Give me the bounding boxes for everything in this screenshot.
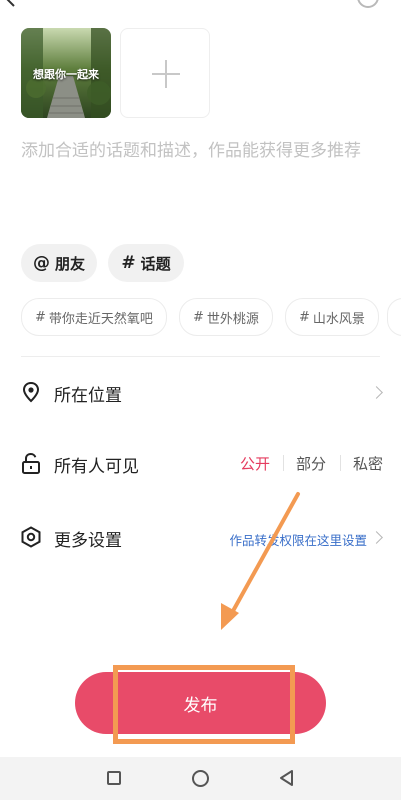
visibility-label: 所有人可见 bbox=[54, 457, 139, 477]
at-icon: @ bbox=[32, 253, 50, 273]
divider bbox=[21, 356, 380, 357]
media-thumbnail[interactable]: 想跟你一起来 bbox=[21, 28, 111, 118]
chevron-right-icon bbox=[370, 386, 383, 399]
separator bbox=[283, 455, 284, 471]
hashtag-icon: # bbox=[121, 253, 136, 273]
visibility-option-private[interactable]: 私密 bbox=[353, 453, 383, 474]
visibility-option-public[interactable]: 公开 bbox=[240, 453, 270, 474]
mention-friends-button[interactable]: @ 朋友 bbox=[21, 244, 97, 282]
back-triangle-icon[interactable] bbox=[277, 768, 297, 788]
suggested-topic[interactable]: # 世外桃源 bbox=[179, 298, 273, 336]
home-icon[interactable] bbox=[192, 770, 209, 787]
forward-permission-hint[interactable]: 作品转发权限在这里设置 bbox=[229, 530, 367, 549]
location-pin-icon bbox=[22, 381, 40, 403]
thumbnail-caption: 想跟你一起来 bbox=[33, 68, 99, 81]
suggested-topic-partial[interactable] bbox=[387, 298, 401, 336]
visibility-option-partial[interactable]: 部分 bbox=[296, 453, 326, 474]
chevron-right-icon bbox=[370, 531, 383, 544]
location-row[interactable]: 所在位置 bbox=[0, 370, 401, 414]
add-media-button[interactable] bbox=[120, 28, 210, 118]
annotation-highlight-box bbox=[113, 665, 295, 744]
add-topic-label: 话题 bbox=[140, 254, 171, 273]
description-input[interactable]: 添加合适的话题和描述，作品能获得更多推荐 bbox=[21, 136, 391, 161]
add-topic-button[interactable]: # 话题 bbox=[108, 244, 184, 282]
back-arrow-icon[interactable] bbox=[2, 0, 20, 8]
unlock-icon bbox=[22, 452, 40, 474]
suggested-topic[interactable]: # 山水风景 bbox=[285, 298, 379, 336]
settings-hexagon-icon bbox=[21, 526, 41, 548]
recent-apps-icon[interactable] bbox=[107, 771, 121, 785]
mention-friends-label: 朋友 bbox=[54, 254, 85, 273]
help-icon[interactable] bbox=[357, 0, 379, 8]
more-settings-label: 更多设置 bbox=[54, 531, 122, 551]
suggested-topic[interactable]: # 带你走近天然氧吧 bbox=[21, 298, 167, 336]
separator bbox=[340, 455, 341, 471]
location-label: 所在位置 bbox=[54, 386, 122, 406]
visibility-row: 所有人可见 bbox=[0, 442, 230, 486]
